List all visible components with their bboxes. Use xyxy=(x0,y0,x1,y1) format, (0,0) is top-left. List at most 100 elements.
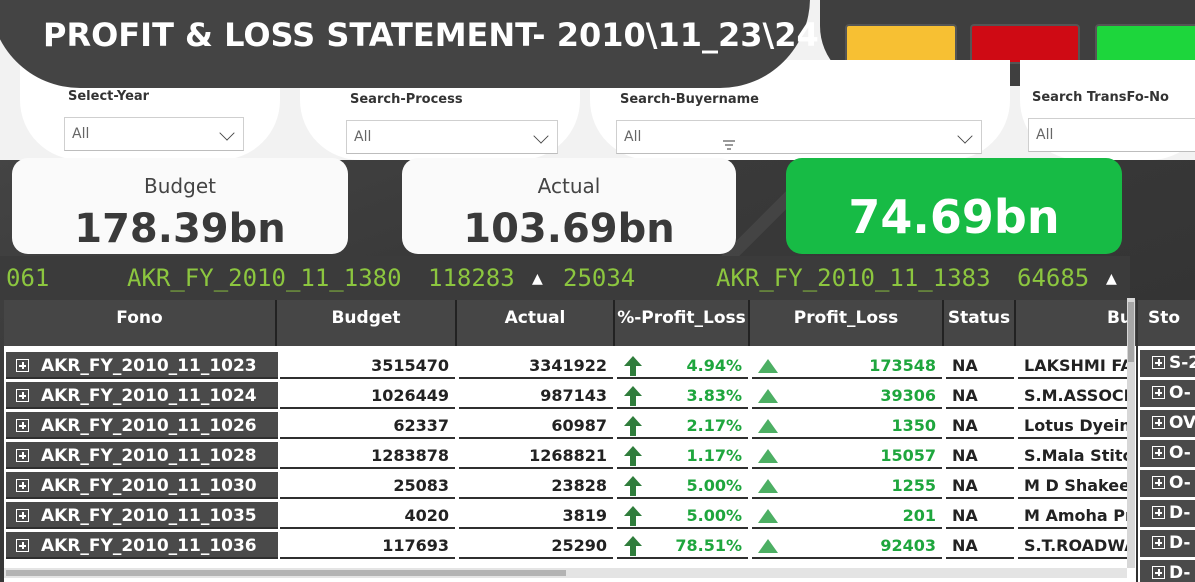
ticker-seg2-id: AKR_FY_2010_11_1380 xyxy=(127,264,402,292)
budget-cell: 117693 xyxy=(280,532,455,559)
expand-icon[interactable] xyxy=(16,449,29,462)
budget-card-label: Budget xyxy=(144,174,216,198)
page-title: PROFIT & LOSS STATEMENT- 2010\11_23\24 xyxy=(43,16,819,54)
filter-icon[interactable] xyxy=(722,140,736,150)
slicer-label-transfo: Search TransFo-No xyxy=(1032,90,1169,105)
up-triangle-icon xyxy=(758,509,778,523)
col-header-budget[interactable]: Budget xyxy=(277,300,457,346)
horizontal-scrollbar-thumb[interactable] xyxy=(6,570,566,576)
expand-icon[interactable] xyxy=(16,479,29,492)
fono-cell[interactable]: AKR_FY_2010_11_1030 xyxy=(6,472,278,499)
expand-icon[interactable] xyxy=(16,419,29,432)
expand-icon[interactable] xyxy=(1152,566,1165,579)
up-triangle-icon xyxy=(758,419,778,433)
side-cell-value: D- xyxy=(1169,503,1191,523)
legend-swatch-red xyxy=(970,24,1080,64)
up-triangle-icon xyxy=(758,479,778,493)
fono-cell[interactable]: AKR_FY_2010_11_1024 xyxy=(6,382,278,409)
fono-value: AKR_FY_2010_11_1036 xyxy=(41,536,257,556)
col-header-buyer[interactable]: Bu xyxy=(1016,300,1136,346)
expand-icon[interactable] xyxy=(16,359,29,372)
expand-icon[interactable] xyxy=(16,389,29,402)
profit-loss-value: 1350 xyxy=(891,416,936,435)
status-cell: NA xyxy=(946,442,1014,469)
budget-card: Budget 178.39bn xyxy=(12,158,348,254)
side-table-cell[interactable]: D- xyxy=(1140,500,1195,527)
fono-value: AKR_FY_2010_11_1026 xyxy=(41,416,257,436)
col-header-actual[interactable]: Actual xyxy=(457,300,615,346)
profit-loss-cell: 39306 xyxy=(752,382,942,409)
expand-icon[interactable] xyxy=(1152,476,1165,489)
select-year-dropdown[interactable]: All xyxy=(64,117,244,151)
table-row[interactable]: AKR_FY_2010_11_1026 62337 60987 2.17% 1350 NA… xyxy=(4,410,1136,440)
arrow-up-icon xyxy=(624,476,642,496)
actual-cell: 23828 xyxy=(459,472,613,499)
expand-icon[interactable] xyxy=(16,509,29,522)
vertical-scrollbar[interactable] xyxy=(1127,298,1135,568)
side-table-cell[interactable]: O- xyxy=(1140,470,1195,497)
col-header-status[interactable]: Status xyxy=(944,300,1016,346)
col-header-pct-profit-loss[interactable]: %-Profit_Loss xyxy=(615,300,750,346)
actual-cell: 25290 xyxy=(459,532,613,559)
actual-cell: 3341922 xyxy=(459,352,613,379)
profit-loss-value: 39306 xyxy=(880,386,936,405)
table-header: Fono Budget Actual %-Profit_Loss Profit_… xyxy=(4,300,1136,346)
up-triangle-icon xyxy=(758,539,778,553)
budget-cell: 1283878 xyxy=(280,442,455,469)
table-row[interactable]: AKR_FY_2010_11_1035 4020 3819 5.00% 201 NA M A… xyxy=(4,500,1136,530)
vertical-scrollbar-thumb[interactable] xyxy=(1128,302,1134,362)
col-header-profit-loss[interactable]: Profit_Loss xyxy=(750,300,944,346)
profit-loss-value: 15057 xyxy=(880,446,936,465)
fono-cell[interactable]: AKR_FY_2010_11_1035 xyxy=(6,502,278,529)
fono-cell[interactable]: AKR_FY_2010_11_1026 xyxy=(6,412,278,439)
arrow-up-icon xyxy=(624,386,642,406)
table-row[interactable]: AKR_FY_2010_11_1036 117693 25290 78.51% 9240… xyxy=(4,530,1136,560)
side-cell-value: D- xyxy=(1169,533,1191,553)
side-table-cell[interactable]: OV xyxy=(1140,410,1195,437)
expand-icon[interactable] xyxy=(1152,536,1165,549)
arrow-up-icon xyxy=(624,416,642,436)
fono-value: AKR_FY_2010_11_1023 xyxy=(41,356,257,376)
horizontal-scrollbar[interactable] xyxy=(4,568,1127,578)
profit-loss-value: 201 xyxy=(902,506,936,525)
expand-icon[interactable] xyxy=(1152,416,1165,429)
fono-cell[interactable]: AKR_FY_2010_11_1028 xyxy=(6,442,278,469)
side-table-cell[interactable]: D- xyxy=(1140,560,1195,582)
buyer-cell: LAKSHMI FA xyxy=(1018,352,1128,379)
table-row[interactable]: AKR_FY_2010_11_1024 1026449 987143 3.83% 393… xyxy=(4,380,1136,410)
chevron-down-icon xyxy=(957,128,973,144)
col-header-fono[interactable]: Fono xyxy=(4,300,277,346)
fono-cell[interactable]: AKR_FY_2010_11_1023 xyxy=(6,352,278,379)
table-row[interactable]: AKR_FY_2010_11_1030 25083 23828 5.00% 1255 NA… xyxy=(4,470,1136,500)
pct-value: 5.00% xyxy=(686,476,742,495)
expand-icon[interactable] xyxy=(16,539,29,552)
pct-profit-loss-cell: 4.94% xyxy=(617,352,748,379)
status-cell: NA xyxy=(946,532,1014,559)
buyer-cell: M Amoha Pr xyxy=(1018,502,1128,529)
search-transfo-dropdown[interactable]: All xyxy=(1028,118,1195,152)
budget-cell: 4020 xyxy=(280,502,455,529)
side-col-header[interactable]: Sto xyxy=(1138,300,1195,346)
expand-icon[interactable] xyxy=(1152,356,1165,369)
expand-icon[interactable] xyxy=(1152,506,1165,519)
side-table-cell[interactable]: O- xyxy=(1140,380,1195,407)
fono-value: AKR_FY_2010_11_1035 xyxy=(41,506,257,526)
pct-profit-loss-cell: 3.83% xyxy=(617,382,748,409)
table-row[interactable]: AKR_FY_2010_11_1028 1283878 1268821 1.17% 15… xyxy=(4,440,1136,470)
side-table-cell[interactable]: S-2 xyxy=(1140,350,1195,377)
pct-value: 5.00% xyxy=(686,506,742,525)
expand-icon[interactable] xyxy=(1152,386,1165,399)
side-table-cell[interactable]: D- xyxy=(1140,530,1195,557)
search-process-dropdown[interactable]: All xyxy=(346,120,558,154)
arrow-up-icon xyxy=(624,446,642,466)
chevron-down-icon xyxy=(533,128,549,144)
fono-cell[interactable]: AKR_FY_2010_11_1036 xyxy=(6,532,278,559)
ticker-seg2-delta: 25034 xyxy=(563,264,636,292)
search-buyername-dropdown[interactable]: All xyxy=(616,120,982,154)
status-cell: NA xyxy=(946,382,1014,409)
table-row[interactable]: AKR_FY_2010_11_1023 3515470 3341922 4.94% 17… xyxy=(4,350,1136,380)
search-buyername-value: All xyxy=(624,129,642,145)
expand-icon[interactable] xyxy=(1152,446,1165,459)
pct-value: 2.17% xyxy=(686,416,742,435)
side-table-cell[interactable]: O- xyxy=(1140,440,1195,467)
